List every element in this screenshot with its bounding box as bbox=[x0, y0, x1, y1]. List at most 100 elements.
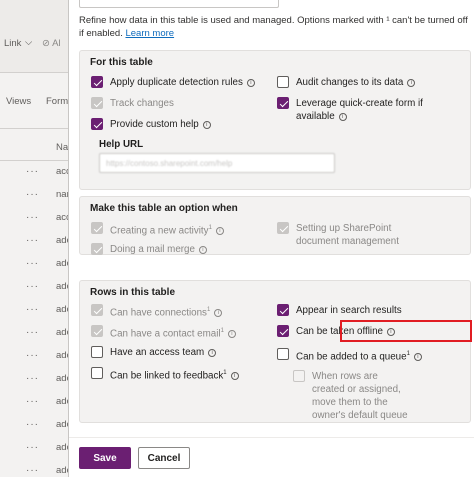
option-label: Track changes bbox=[110, 98, 174, 109]
checkbox[interactable] bbox=[91, 76, 103, 88]
help-url-input[interactable] bbox=[99, 153, 335, 173]
row-more-icon: ··· bbox=[26, 281, 39, 292]
row-more-icon: ··· bbox=[26, 442, 39, 453]
row-more-icon: ··· bbox=[26, 419, 39, 430]
background-divider bbox=[0, 72, 72, 73]
superscript-mark: 1 bbox=[406, 351, 410, 357]
section-title: Make this table an option when bbox=[90, 203, 238, 214]
option-sharepoint: Setting up SharePoint document managemen… bbox=[277, 222, 427, 248]
option-quick-create[interactable]: Leverage quick-create form if available i bbox=[277, 97, 427, 123]
superscript-mark: 1 bbox=[220, 328, 224, 334]
info-icon[interactable]: i bbox=[338, 113, 347, 121]
info-icon[interactable]: i bbox=[413, 353, 422, 362]
background-tab-forms: Form bbox=[46, 96, 69, 107]
background-app: Link ⌵ ⊘ Al Views Form Na ··· acc ··· nan ··… bbox=[0, 0, 72, 477]
checkbox bbox=[91, 222, 103, 234]
checkbox bbox=[293, 370, 305, 382]
checkbox[interactable] bbox=[277, 348, 289, 360]
option-label: Creating a new activity bbox=[110, 225, 209, 237]
checkbox[interactable] bbox=[277, 97, 289, 109]
section-title: For this table bbox=[90, 57, 153, 68]
panel-top-field bbox=[79, 0, 279, 8]
superscript-mark: 1 bbox=[206, 307, 211, 313]
row-more-icon: ··· bbox=[26, 465, 39, 476]
background-column-header: Na bbox=[56, 142, 69, 153]
superscript-mark: 1 bbox=[223, 370, 227, 376]
row-more-icon: ··· bbox=[26, 212, 39, 223]
option-label: Leverage quick-create form if available bbox=[296, 98, 423, 122]
info-icon[interactable]: i bbox=[246, 79, 255, 87]
option-label: Provide custom help bbox=[110, 119, 199, 130]
row-more-icon: ··· bbox=[26, 327, 39, 338]
option-label: Audit changes to its data bbox=[296, 77, 404, 88]
option-custom-help[interactable]: Provide custom help i bbox=[91, 118, 211, 131]
info-icon[interactable]: i bbox=[227, 330, 236, 339]
option-label: Can have a contact email bbox=[110, 328, 221, 340]
option-label: Can be added to a queue bbox=[296, 351, 407, 363]
chevron-down-icon: ⌵ bbox=[25, 37, 33, 48]
option-label: Can be linked to feedback bbox=[110, 370, 224, 382]
background-header bbox=[0, 0, 72, 72]
background-tab-views: Views bbox=[6, 96, 32, 107]
section-title: Rows in this table bbox=[90, 287, 176, 298]
panel-intro: Refine how data in this table is used an… bbox=[79, 14, 471, 40]
checkbox[interactable] bbox=[91, 346, 103, 358]
option-label: When rows are created or assigned, move … bbox=[312, 371, 408, 421]
save-button[interactable]: Save bbox=[79, 447, 131, 469]
checkbox[interactable] bbox=[91, 367, 103, 379]
row-more-icon: ··· bbox=[26, 258, 39, 269]
checkbox bbox=[91, 304, 103, 316]
checkbox bbox=[91, 325, 103, 337]
option-duplicate-detection[interactable]: Apply duplicate detection rules i bbox=[91, 76, 255, 89]
background-divider bbox=[0, 160, 72, 161]
checkbox bbox=[277, 222, 289, 234]
row-more-icon: ··· bbox=[26, 373, 39, 384]
option-label: Apply duplicate detection rules bbox=[110, 77, 243, 88]
learn-more-link[interactable]: Learn more bbox=[125, 28, 174, 39]
option-contact-email: Can have a contact email1i bbox=[91, 325, 236, 340]
background-divider bbox=[0, 128, 72, 129]
row-more-icon: ··· bbox=[26, 304, 39, 315]
checkbox[interactable] bbox=[277, 304, 289, 316]
checkbox bbox=[91, 243, 103, 255]
option-label: Have an access team bbox=[110, 347, 205, 358]
background-nav-link: Link bbox=[4, 38, 22, 49]
row-more-icon: ··· bbox=[26, 189, 39, 200]
info-icon[interactable]: i bbox=[198, 246, 207, 254]
option-search-results[interactable]: Appear in search results bbox=[277, 304, 402, 317]
option-audit-changes[interactable]: Audit changes to its data i bbox=[277, 76, 416, 89]
info-icon[interactable]: i bbox=[208, 349, 217, 357]
row-more-icon: ··· bbox=[26, 166, 39, 177]
option-track-changes: Track changes bbox=[91, 97, 174, 110]
background-nav-extra: ⊘ Al bbox=[42, 38, 61, 49]
row-more-icon: ··· bbox=[26, 396, 39, 407]
option-label: Can have connections bbox=[110, 307, 207, 319]
help-url-label: Help URL bbox=[99, 139, 144, 150]
checkbox[interactable] bbox=[277, 325, 289, 337]
option-mail-merge: Doing a mail merge i bbox=[91, 243, 207, 256]
info-icon[interactable]: i bbox=[215, 227, 224, 236]
option-label: Doing a mail merge bbox=[110, 244, 195, 255]
superscript-mark: 1 bbox=[208, 225, 212, 231]
cancel-button[interactable]: Cancel bbox=[138, 447, 190, 469]
row-more-icon: ··· bbox=[26, 350, 39, 361]
option-access-team[interactable]: Have an access team i bbox=[91, 346, 217, 359]
option-add-to-queue[interactable]: Can be added to a queue1i bbox=[277, 348, 422, 363]
info-icon[interactable]: i bbox=[214, 309, 223, 318]
offline-highlight-box bbox=[340, 320, 472, 342]
option-default-queue: When rows are created or assigned, move … bbox=[293, 370, 413, 422]
row-more-icon: ··· bbox=[26, 235, 39, 246]
checkbox[interactable] bbox=[91, 118, 103, 130]
checkbox bbox=[91, 97, 103, 109]
info-icon[interactable]: i bbox=[202, 121, 211, 129]
checkbox[interactable] bbox=[277, 76, 289, 88]
advanced-options-panel: Refine how data in this table is used an… bbox=[68, 0, 474, 477]
footer-divider bbox=[69, 437, 474, 438]
option-label: Setting up SharePoint document managemen… bbox=[296, 223, 399, 247]
option-new-activity: Creating a new activity1i bbox=[91, 222, 224, 237]
info-icon[interactable]: i bbox=[407, 79, 416, 87]
option-label: Appear in search results bbox=[296, 305, 402, 316]
info-icon[interactable]: i bbox=[230, 372, 239, 381]
option-connections: Can have connections1i bbox=[91, 304, 223, 319]
option-linked-feedback[interactable]: Can be linked to feedback1i bbox=[91, 367, 239, 382]
